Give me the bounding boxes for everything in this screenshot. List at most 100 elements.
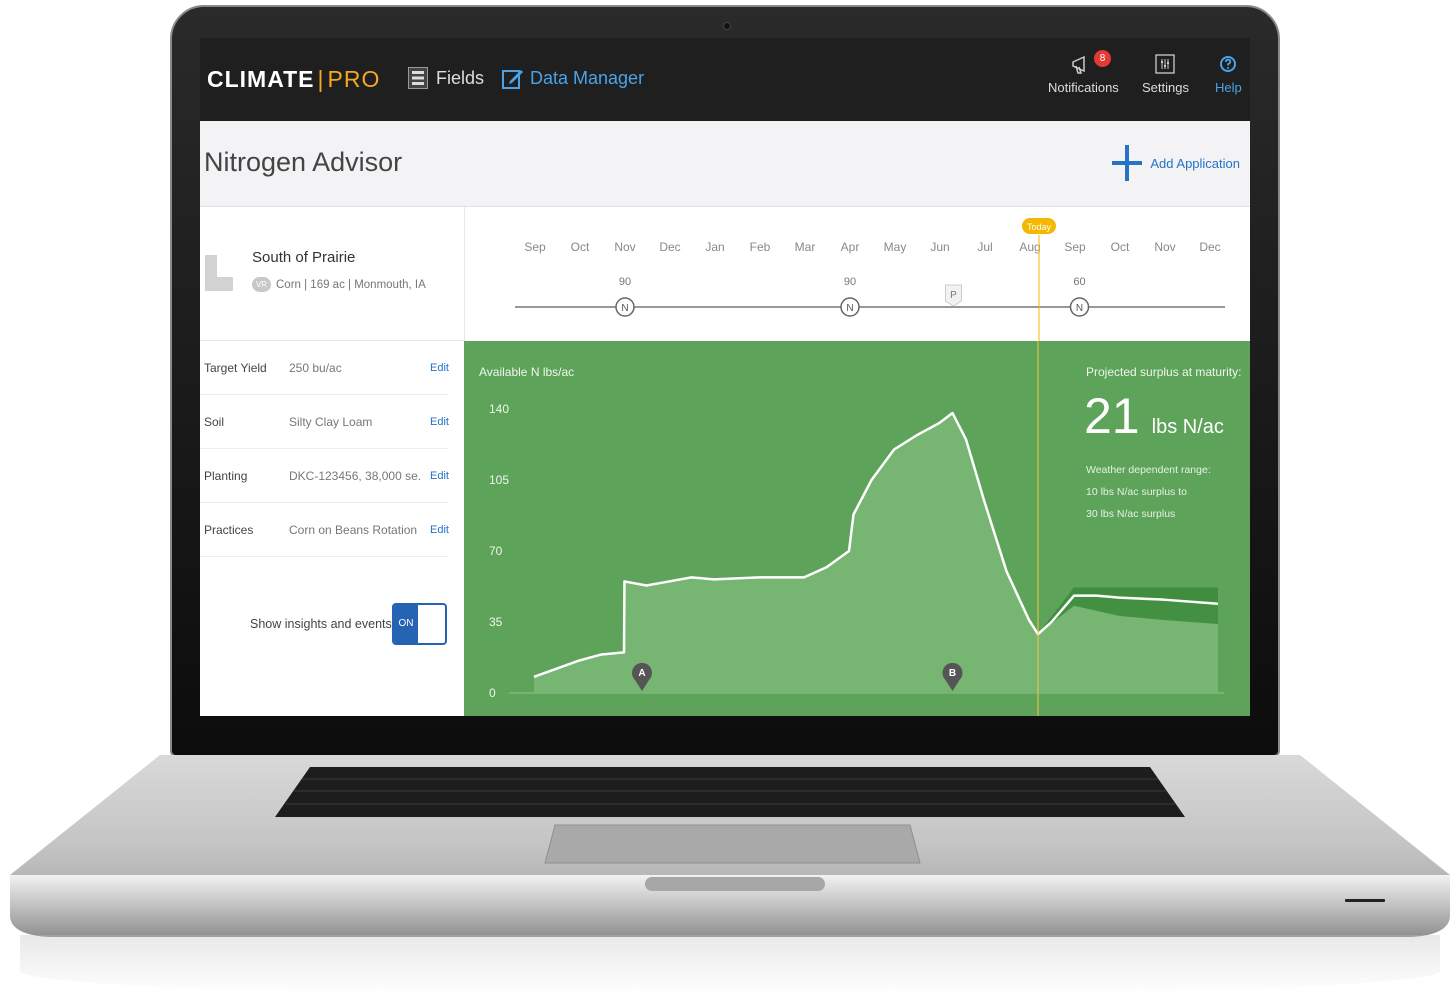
today-label: Today (1027, 222, 1052, 232)
application-amount: 60 (1073, 276, 1085, 288)
field-summary-card[interactable]: South of Prairie VR Corn | 169 ac | Monm… (200, 207, 464, 341)
y-tick-label: 0 (489, 686, 496, 700)
field-name: South of Prairie (252, 249, 356, 266)
edit-property-link[interactable]: Edit (430, 362, 449, 374)
application-amount: 90 (844, 276, 856, 288)
laptop-base (10, 755, 1450, 937)
y-tick-label: 140 (489, 402, 509, 416)
logo-main-text: CLIMATE (207, 66, 315, 92)
month-label: Feb (750, 240, 771, 254)
settings-sliders-icon (1155, 54, 1176, 74)
projected-surplus-unit: lbs N/ac (1151, 416, 1224, 438)
planting-marker-label: P (950, 290, 957, 301)
y-tick-label: 105 (489, 473, 509, 487)
property-value: Silty Clay Loam (289, 415, 373, 429)
projected-surplus: 21 lbs N/ac (1084, 391, 1224, 441)
field-details: VR Corn | 169 ac | Monmouth, IA (252, 277, 426, 292)
projection-title: Projected surplus at maturity: (1086, 365, 1242, 379)
list-icon (408, 67, 428, 89)
help-circle-icon (1220, 56, 1237, 72)
logo-accent-text: PRO (327, 66, 381, 92)
month-label: Dec (659, 240, 680, 254)
property-value: Corn on Beans Rotation (289, 523, 418, 537)
month-label: Mar (795, 240, 816, 254)
nav-fields-label: Fields (436, 67, 485, 88)
chart-y-axis-label: Available N lbs/ac (479, 365, 575, 379)
nav-data-manager-label: Data Manager (530, 67, 645, 88)
property-value: DKC-123456, 38,000 se... (289, 469, 421, 483)
help-button[interactable]: Help (1215, 52, 1242, 95)
projection-range-title: Weather dependent range: (1086, 464, 1211, 476)
webcam (723, 22, 731, 30)
month-label: Sep (1064, 240, 1086, 254)
page-title: Nitrogen Advisor (204, 147, 403, 177)
top-navigation-bar: CLIMATE | PRO Fields Data Manager 8 Noti… (200, 38, 1250, 121)
y-tick-label: 70 (489, 544, 503, 558)
month-label: Dec (1199, 240, 1220, 254)
settings-label: Settings (1142, 80, 1189, 95)
month-label: Jan (705, 240, 724, 254)
nitrogen-marker-label: N (621, 303, 628, 314)
projection-range-low: 10 lbs N/ac surplus to (1086, 486, 1187, 498)
notification-count-badge: 8 (1094, 50, 1111, 67)
edit-square-icon (502, 70, 523, 89)
month-label: Jul (977, 240, 992, 254)
month-label: Jun (930, 240, 949, 254)
add-application-label: Add Application (1150, 155, 1240, 171)
toggle-on-label: ON (394, 605, 418, 643)
nav-data-manager-link[interactable]: Data Manager (502, 67, 644, 89)
logo-separator: | (317, 66, 325, 92)
month-label: Sep (524, 240, 546, 254)
notifications-button[interactable]: 8 Notifications (1048, 50, 1119, 95)
application-amount: 90 (619, 276, 631, 288)
available-n-area (534, 413, 1218, 693)
show-insights-toggle[interactable]: ON (392, 603, 447, 645)
month-label: Apr (841, 240, 860, 254)
property-label: Soil (204, 415, 225, 429)
month-label: Oct (571, 240, 590, 254)
notifications-label: Notifications (1048, 80, 1119, 95)
application-timeline: Sep Oct Nov Dec Jan Feb Mar Apr May Jun Jul Aug Sep O… (464, 207, 1250, 341)
property-row: Practices Corn on Beans Rotation Edit (200, 503, 449, 557)
property-row: Planting DKC-123456, 38,000 se... Edit (200, 449, 449, 503)
month-label: May (884, 240, 907, 254)
month-label: Nov (614, 240, 635, 254)
nitrogen-chart: 0 35 70 105 140 A B Available N lbs/ac Project… (464, 341, 1250, 716)
laptop-reflection (20, 935, 1440, 995)
property-label: Planting (204, 469, 248, 483)
property-label: Practices (204, 523, 254, 537)
property-label: Target Yield (204, 361, 267, 375)
field-properties-panel: Target Yield 250 bu/ac Edit Soil Silty Clay … (200, 341, 464, 716)
laptop-mockup: { "app": { "logo_main": "CLIMATE", "logo… (0, 0, 1452, 1003)
page-header: Nitrogen Advisor Add Application (200, 121, 1250, 207)
app-screen: CLIMATE | PRO Fields Data Manager 8 Noti… (200, 38, 1250, 716)
timeline-canvas: Sep Oct Nov Dec Jan Feb Mar Apr May Jun Jul Aug Sep O… (515, 218, 1225, 341)
property-row: Target Yield 250 bu/ac Edit (200, 341, 449, 395)
insight-marker-label: B (949, 668, 956, 679)
month-label: Oct (1111, 240, 1130, 254)
climate-pro-logo[interactable]: CLIMATE | PRO (207, 66, 380, 93)
field-boundary-icon (205, 255, 233, 291)
nitrogen-marker-label: N (1076, 303, 1083, 314)
projected-surplus-value: 21 (1084, 388, 1140, 444)
plus-icon (1112, 145, 1143, 181)
property-value: 250 bu/ac (289, 361, 342, 375)
add-application-button[interactable]: Add Application (1112, 143, 1240, 183)
insight-marker-label: A (638, 668, 645, 679)
settings-button[interactable]: Settings (1142, 52, 1189, 95)
month-label: Nov (1154, 240, 1175, 254)
show-insights-label: Show insights and events (250, 617, 392, 631)
projection-range: Weather dependent range: 10 lbs N/ac sur… (1086, 459, 1211, 525)
property-row: Soil Silty Clay Loam Edit (200, 395, 449, 449)
edit-property-link[interactable]: Edit (430, 416, 449, 428)
edit-property-link[interactable]: Edit (430, 524, 449, 536)
help-label: Help (1215, 80, 1242, 95)
projection-range-high: 30 lbs N/ac surplus (1086, 508, 1176, 520)
month-label: Aug (1019, 240, 1040, 254)
edit-property-link[interactable]: Edit (430, 470, 449, 482)
nav-fields-link[interactable]: Fields (408, 67, 484, 89)
y-tick-label: 35 (489, 615, 503, 629)
vr-badge: VR (252, 277, 271, 292)
field-details-text: Corn | 169 ac | Monmouth, IA (276, 278, 426, 291)
megaphone-icon (1072, 55, 1086, 74)
